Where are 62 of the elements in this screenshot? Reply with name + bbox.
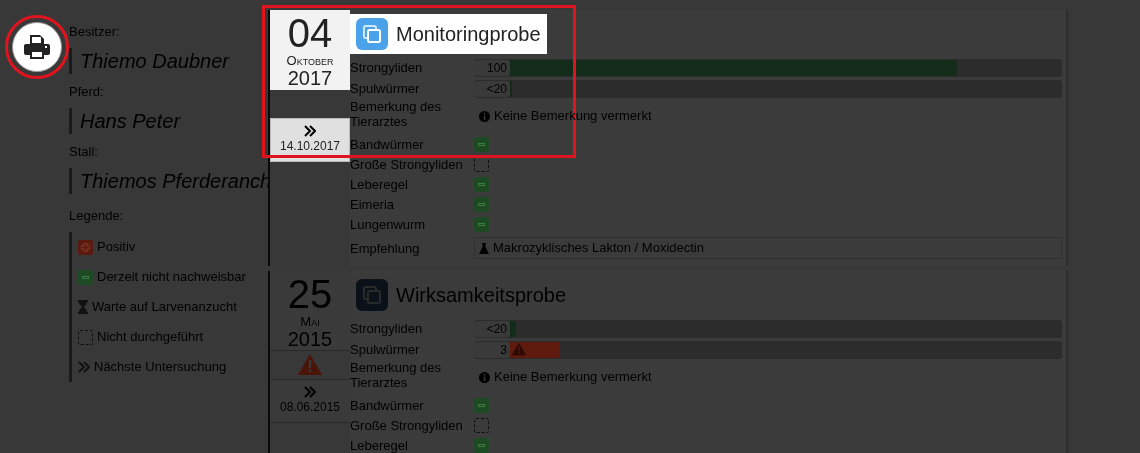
double-chevron-icon [304, 386, 316, 398]
field-label: Stall: [69, 144, 99, 160]
row-label: Spulwürmer [350, 342, 421, 357]
legend-text: Derzeit nicht nachweisbar [97, 268, 246, 287]
dashed-square-icon [474, 417, 489, 433]
info-icon [479, 371, 490, 383]
entry-title: Wirksamkeitsprobe [396, 282, 567, 308]
dashed-square-icon [474, 156, 489, 172]
minus-icon [474, 397, 489, 413]
bar-value: <20 [474, 80, 510, 97]
bar-value: <20 [474, 320, 510, 337]
minus-icon [474, 176, 489, 192]
entry-title: Monitoringprobe [396, 21, 541, 47]
next-examination-button[interactable]: 14.10.2017 [270, 118, 350, 162]
row-label: Bemerkung des Tierarztes [350, 99, 443, 129]
row-label: Bemerkung des Tierarztes [350, 360, 443, 390]
date-month: Mai [300, 315, 320, 328]
minus-icon [78, 269, 93, 285]
double-chevron-icon [304, 125, 316, 137]
date-year: 2017 [287, 67, 333, 89]
row-label: Leberegel [350, 176, 409, 192]
copy-icon [356, 278, 388, 311]
row-label: Empfehlung [350, 240, 421, 256]
row-label: Strongyliden [350, 60, 424, 75]
print-button[interactable] [12, 22, 62, 72]
warning-icon [298, 354, 322, 376]
row-label: Spulwürmer [350, 81, 421, 96]
legend-label: Legende: [69, 208, 125, 224]
date-month: Oktober [286, 54, 334, 67]
legend-text: Nicht durchgeführt [97, 328, 204, 347]
info-icon [479, 110, 490, 122]
legend-text: Positiv [97, 238, 136, 257]
row-label: Strongyliden [350, 321, 424, 336]
date-day: 04 [287, 12, 333, 54]
recommendation-text: Makrozyklisches Lakton / Moxidectin [493, 239, 704, 258]
hourglass-icon [78, 300, 88, 314]
row-label: Lungenwurm [350, 216, 427, 232]
row-label: Große Strongyliden [350, 156, 464, 172]
minus-icon [474, 216, 489, 232]
minus-icon [474, 437, 489, 453]
copy-icon [356, 17, 388, 50]
plus-icon [78, 239, 93, 255]
date-year: 2015 [287, 328, 333, 350]
row-label: Eimeria [350, 196, 396, 212]
legend-text: Nächste Untersuchung [94, 358, 227, 377]
row-label: Große Strongyliden [350, 417, 464, 433]
legend-text: Warte auf Larvenanzucht [92, 298, 237, 317]
bar-value: 100 [474, 59, 510, 76]
printer-icon [24, 35, 50, 59]
row-label: Leberegel [350, 437, 409, 453]
row-label: Bandwürmer [350, 397, 425, 413]
date-day: 25 [287, 273, 333, 315]
minus-icon [474, 196, 489, 212]
flask-icon [479, 242, 489, 254]
minus-icon [474, 136, 489, 152]
double-chevron-icon [78, 361, 90, 373]
note-text: Keine Bemerkung vermerkt [494, 368, 652, 387]
row-label: Bandwürmer [350, 136, 425, 152]
bar-value: 3 [474, 341, 510, 358]
dashed-square-icon [78, 329, 93, 345]
field-label: Pferd: [69, 84, 105, 100]
field-label: Besitzer: [69, 24, 121, 40]
